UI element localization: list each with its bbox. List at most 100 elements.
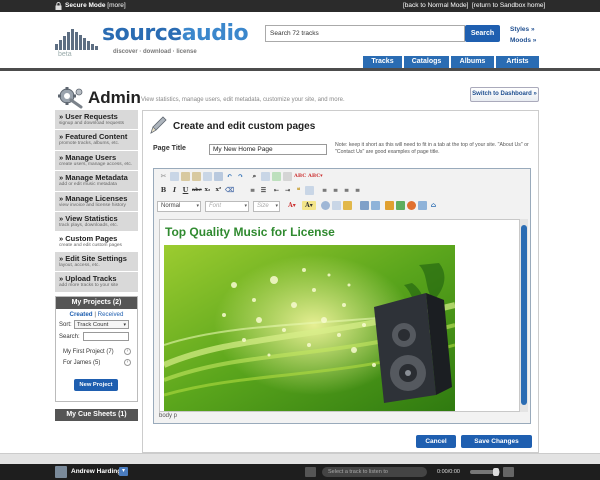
strikethrough-icon[interactable]: abc	[192, 186, 202, 195]
superscript-icon[interactable]: x²	[214, 186, 223, 195]
sidebar-item-upload-tracks[interactable]: » Upload Tracks add more tracks to your s…	[55, 272, 138, 293]
format-select[interactable]: Normal ▾	[157, 201, 201, 212]
editor-scrollbar[interactable]	[520, 219, 528, 412]
special-char-icon[interactable]	[418, 201, 427, 210]
div-container-icon[interactable]	[305, 186, 314, 195]
align-center-icon[interactable]: ≡	[331, 186, 340, 195]
play-icon[interactable]	[305, 467, 316, 477]
normal-mode-link[interactable]: [back to Normal Mode]	[403, 2, 468, 9]
editor-toolbar-row: Normal ▾ Font ▾ Size ▾ A▾ A▾ ⌂	[154, 201, 530, 214]
sidebar-item-view-statistics[interactable]: » View Statistics track plays, downloads,…	[55, 212, 138, 232]
sidebar-item-manage-metadata[interactable]: » Manage Metadata add or edit music metad…	[55, 171, 138, 192]
text-color-icon[interactable]: A▾	[285, 201, 299, 210]
numbered-list-icon[interactable]: ≡	[248, 186, 257, 195]
editor-scrollbar-thumb[interactable]	[521, 225, 527, 405]
audio-player-bar: Andrew Harding ▾ Select a track to liste…	[0, 464, 600, 480]
flash-icon[interactable]	[371, 201, 380, 210]
replace-icon[interactable]	[261, 172, 270, 181]
outdent-icon[interactable]: ⇤	[272, 186, 281, 195]
tab-albums[interactable]: Albums	[450, 56, 494, 68]
moods-link[interactable]: Moods »	[510, 37, 536, 44]
copy-icon[interactable]	[170, 172, 179, 181]
new-project-button[interactable]: New Project	[74, 379, 118, 391]
tab-catalogs[interactable]: Catalogs	[403, 56, 449, 68]
print-icon[interactable]	[214, 172, 223, 181]
select-all-icon[interactable]	[272, 172, 281, 181]
table-icon[interactable]	[385, 201, 394, 210]
project-expand-icon[interactable]: ›	[124, 348, 131, 355]
align-justify-icon[interactable]: ≡	[353, 186, 362, 195]
project-expand-icon[interactable]: ›	[124, 359, 131, 366]
pencil-icon	[150, 116, 167, 134]
paste-word-icon[interactable]	[203, 172, 212, 181]
now-playing-track[interactable]: Select a track to listen to	[322, 467, 427, 477]
sidebar-item-manage-licenses[interactable]: » Manage Licenses view invoice and licens…	[55, 192, 138, 212]
sidebar-item-user-requests[interactable]: » User Requests signup and download reque…	[55, 110, 138, 130]
speaker-banner-image[interactable]	[164, 245, 455, 411]
project-item[interactable]: My First Project (7)	[63, 349, 114, 355]
horizontal-line-icon[interactable]	[396, 201, 405, 210]
remove-format-icon[interactable]	[283, 172, 292, 181]
sandbox-home-link[interactable]: [return to Sandbox home]	[472, 2, 545, 9]
user-menu-icon[interactable]: ▾	[119, 467, 128, 476]
align-right-icon[interactable]: ≡	[342, 186, 351, 195]
page-title-input[interactable]: My New Home Page	[209, 144, 327, 155]
sidebar-item-featured-content[interactable]: » Featured Content promote tracks, albums…	[55, 130, 138, 151]
playlist-icon[interactable]	[503, 467, 514, 477]
track-search-input[interactable]: Search 72 tracks	[265, 25, 465, 42]
more-link[interactable]: [more]	[107, 2, 125, 9]
undo-icon[interactable]: ↶	[225, 172, 234, 181]
spell-as-you-type-icon[interactable]: ABC▾	[308, 172, 323, 181]
redo-icon[interactable]: ↷	[236, 172, 245, 181]
project-item[interactable]: For James (5)	[63, 360, 100, 366]
subscript-icon[interactable]: x₂	[203, 186, 212, 195]
sourceaudio-logo[interactable]: sourceaudio discover · download · licens…	[55, 20, 249, 58]
paste-icon[interactable]	[181, 172, 190, 181]
logo-wordmark: sourceaudio	[102, 21, 249, 46]
sidebar-item-label: » Manage Users	[59, 153, 117, 162]
section-title: Create and edit custom pages	[173, 121, 316, 132]
sidebar-item-edit-site-settings[interactable]: » Edit Site Settings layout, access, etc.	[55, 252, 138, 272]
sidebar-item-label: » User Requests	[59, 112, 118, 121]
my-cue-sheets-header[interactable]: My Cue Sheets (1)	[55, 409, 138, 421]
content-heading[interactable]: Top Quality Music for License	[165, 225, 335, 239]
tab-created[interactable]: Created	[70, 311, 93, 318]
project-search-input[interactable]	[83, 332, 129, 341]
search-button[interactable]: Search	[465, 25, 500, 42]
paste-text-icon[interactable]	[192, 172, 201, 181]
italic-icon[interactable]: I	[170, 186, 179, 195]
sidebar-item-custom-pages[interactable]: » Custom Pages create and edit custom pag…	[55, 232, 138, 252]
editor-content-area[interactable]: Top Quality Music for License	[159, 219, 520, 412]
image-icon[interactable]	[360, 201, 369, 210]
find-icon[interactable]: ⌕	[250, 172, 259, 181]
unlink-icon[interactable]	[332, 201, 341, 210]
spellcheck-icon[interactable]: ABC	[294, 172, 306, 181]
volume-slider-handle[interactable]	[493, 468, 499, 476]
cancel-button[interactable]: Cancel	[416, 435, 456, 448]
background-color-icon[interactable]: A▾	[302, 201, 316, 210]
tab-tracks[interactable]: Tracks	[362, 56, 402, 68]
underline-icon[interactable]: U	[181, 186, 190, 195]
bold-icon[interactable]: B	[159, 186, 168, 195]
align-left-icon[interactable]: ≡	[320, 186, 329, 195]
cut-icon[interactable]: ✂	[159, 172, 168, 181]
sort-select[interactable]: Track Count ▾	[74, 320, 129, 329]
user-name[interactable]: Andrew Harding	[71, 468, 121, 475]
tab-artists[interactable]: Artists	[495, 56, 539, 68]
anchor-icon[interactable]	[343, 201, 352, 210]
bulleted-list-icon[interactable]: ☰	[259, 186, 268, 195]
sidebar-item-manage-users[interactable]: » Manage Users create users, manage acces…	[55, 151, 138, 171]
styles-link[interactable]: Styles »	[510, 26, 535, 33]
blockquote-icon[interactable]: ❝	[294, 186, 303, 195]
size-select[interactable]: Size ▾	[253, 201, 280, 212]
tab-received[interactable]: Received	[98, 311, 124, 318]
avatar[interactable]	[55, 466, 67, 478]
smiley-icon[interactable]	[407, 201, 416, 210]
link-icon[interactable]	[321, 201, 330, 210]
save-changes-button[interactable]: Save Changes	[461, 435, 532, 448]
indent-icon[interactable]: ⇥	[283, 186, 292, 195]
eraser-icon[interactable]: ⌫	[225, 186, 234, 195]
font-select[interactable]: Font ▾	[205, 201, 249, 212]
page-break-icon[interactable]: ⌂	[429, 201, 438, 210]
switch-to-dashboard-button[interactable]: Switch to Dashboard »	[470, 87, 539, 102]
